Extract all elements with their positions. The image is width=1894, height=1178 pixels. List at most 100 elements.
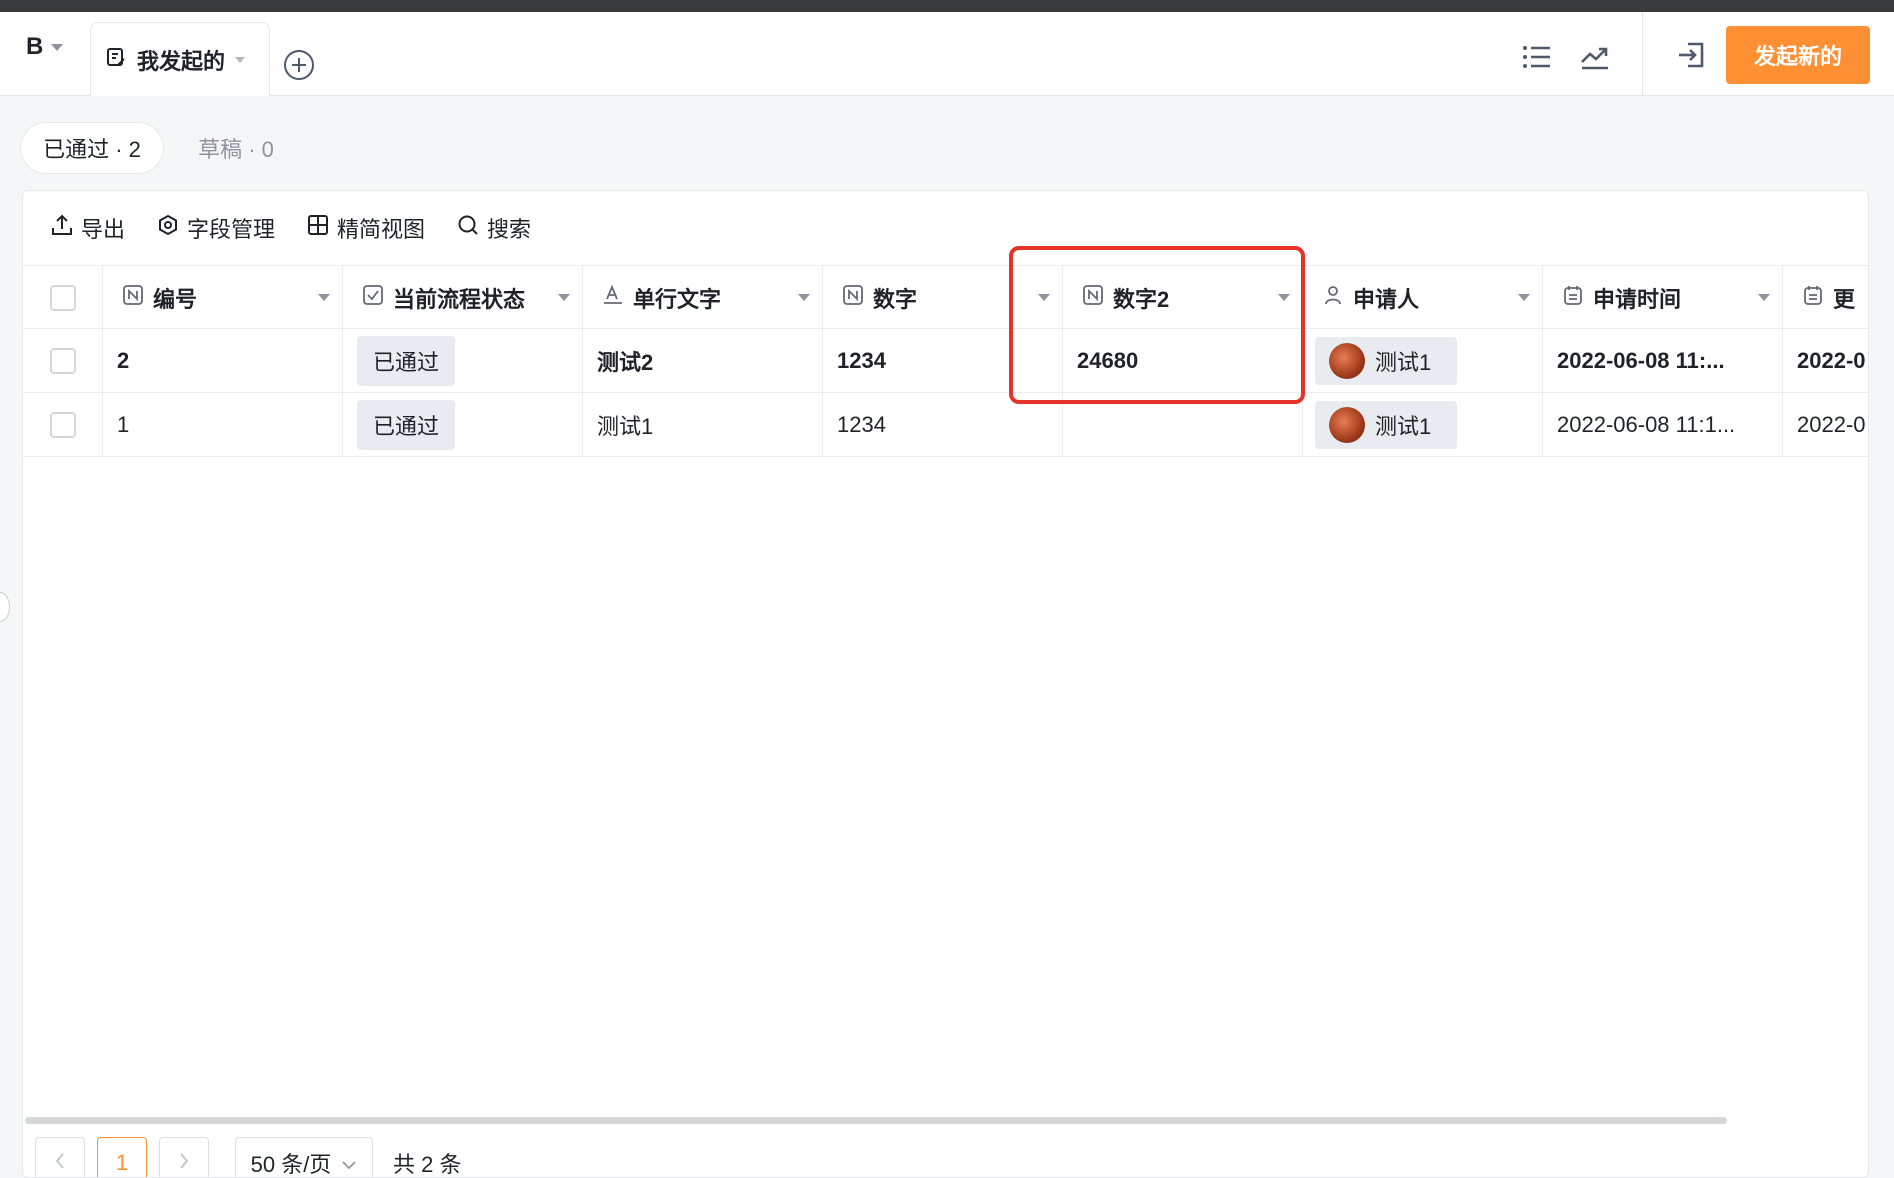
status-badge: 已通过: [357, 400, 456, 450]
cell-number2[interactable]: [1063, 393, 1303, 457]
compact-view-label: 精简视图: [337, 217, 426, 242]
chevron-down-icon: [235, 56, 246, 63]
avatar: [1329, 343, 1365, 379]
column-header-number2[interactable]: 数字2: [1063, 266, 1303, 330]
column-header-number[interactable]: 数字: [823, 266, 1063, 330]
table-toolbar: 导出 字段管理 精简视图 搜索: [23, 191, 1868, 265]
cell-id[interactable]: 1: [103, 393, 343, 457]
column-header-updated[interactable]: 更: [1783, 266, 1868, 330]
column-header-label: 更: [1833, 287, 1856, 312]
chevron-down-icon[interactable]: [558, 294, 570, 301]
trend-icon[interactable]: [1578, 40, 1612, 74]
chevron-down-icon[interactable]: [798, 294, 810, 301]
column-header-label: 数字: [873, 287, 918, 312]
filter-draft[interactable]: 草稿 · 0: [176, 122, 296, 174]
user-name: 测试1: [1375, 350, 1432, 375]
column-header-text[interactable]: 单行文字: [583, 266, 823, 330]
column-header-label: 申请时间: [1593, 287, 1682, 312]
row-select-cell: [23, 393, 103, 457]
column-header-id[interactable]: 编号: [103, 266, 343, 330]
chevron-down-icon: [341, 1150, 357, 1176]
page-number-button[interactable]: 1: [97, 1137, 147, 1177]
records-panel: 导出 字段管理 精简视图 搜索 编号 当前流程状态 单行文字 数字 数字2 申请…: [22, 190, 1869, 1178]
page-size-select[interactable]: 50 条/页: [235, 1137, 373, 1177]
table-row[interactable]: 1 已通过 测试1 1234 测试1 2022-06-08 11:1... 20…: [23, 393, 1868, 457]
prev-page-button[interactable]: [35, 1137, 85, 1177]
workspace-switcher[interactable]: B: [26, 32, 64, 62]
cell-number2[interactable]: 24680: [1063, 329, 1303, 393]
user-tag: 测试1: [1315, 337, 1458, 385]
chevron-down-icon[interactable]: [1278, 294, 1290, 301]
side-collapse-handle[interactable]: [0, 592, 10, 622]
cell-text[interactable]: 测试2: [583, 329, 823, 393]
column-header-applicant[interactable]: 申请人: [1303, 266, 1543, 330]
number-field-icon: [843, 285, 863, 311]
calendar-icon: [1563, 285, 1583, 311]
cell-number[interactable]: 1234: [823, 393, 1063, 457]
cell-number[interactable]: 1234: [823, 329, 1063, 393]
column-header-label: 数字2: [1113, 287, 1170, 312]
select-all-checkbox[interactable]: [49, 285, 76, 311]
search-icon: [457, 214, 479, 242]
cell-apply-time[interactable]: 2022-06-08 11:1...: [1543, 393, 1783, 457]
row-checkbox[interactable]: [49, 412, 76, 438]
search-label: 搜索: [487, 217, 532, 242]
cell-id[interactable]: 2: [103, 329, 343, 393]
page-size-label: 50 条/页: [250, 1152, 332, 1177]
row-select-cell: [23, 329, 103, 393]
workspace-label: B: [26, 33, 44, 60]
field-manage-button[interactable]: 字段管理: [157, 212, 275, 244]
column-header-label: 编号: [153, 287, 198, 312]
search-button[interactable]: 搜索: [457, 212, 531, 244]
column-header-label: 申请人: [1353, 287, 1420, 312]
calendar-icon: [1803, 285, 1823, 311]
column-header-label: 单行文字: [633, 287, 722, 312]
horizontal-scrollbar[interactable]: [25, 1117, 1727, 1124]
table-header-row: 编号 当前流程状态 单行文字 数字 数字2 申请人 申请时间 更: [23, 265, 1868, 330]
checkbox-field-icon: [363, 285, 383, 311]
column-header-status[interactable]: 当前流程状态: [343, 266, 583, 330]
upload-icon: [51, 214, 73, 242]
list-icon[interactable]: [1520, 40, 1554, 74]
user-tag: 测试1: [1315, 401, 1458, 449]
table-row[interactable]: 2 已通过 测试2 1234 24680 测试1 2022-06-08 11:.…: [23, 329, 1868, 393]
select-all-cell: [23, 266, 103, 330]
chevron-down-icon[interactable]: [318, 294, 330, 301]
add-view-icon[interactable]: [284, 50, 314, 80]
cell-text[interactable]: 测试1: [583, 393, 823, 457]
compact-view-button[interactable]: 精简视图: [307, 212, 425, 244]
column-header-label: 当前流程状态: [393, 287, 526, 312]
pagination: 1 50 条/页 共 2 条: [35, 1135, 461, 1177]
settings-icon: [157, 214, 179, 242]
chevron-down-icon[interactable]: [1518, 294, 1530, 301]
column-header-apply-time[interactable]: 申请时间: [1543, 266, 1783, 330]
chevron-down-icon[interactable]: [1038, 294, 1050, 301]
cell-applicant[interactable]: 测试1: [1303, 329, 1543, 393]
cell-status[interactable]: 已通过: [343, 393, 583, 457]
cell-status[interactable]: 已通过: [343, 329, 583, 393]
export-button[interactable]: 导出: [51, 212, 125, 244]
cell-updated[interactable]: 2022-0: [1783, 329, 1868, 393]
chevron-down-icon[interactable]: [1758, 294, 1770, 301]
exit-icon[interactable]: [1674, 38, 1708, 72]
export-label: 导出: [81, 217, 126, 242]
grid-icon: [307, 214, 329, 242]
form-edit-icon: [105, 46, 127, 74]
new-application-button[interactable]: 发起新的: [1726, 26, 1870, 84]
cell-updated[interactable]: 2022-0: [1783, 393, 1868, 457]
user-icon: [1323, 285, 1343, 311]
row-checkbox[interactable]: [49, 348, 76, 374]
number-field-icon: [123, 285, 143, 311]
tab-my-initiated[interactable]: 我发起的: [90, 22, 270, 96]
avatar: [1329, 407, 1365, 443]
next-page-button[interactable]: [159, 1137, 209, 1177]
tab-label: 我发起的: [137, 48, 226, 74]
chevron-right-icon: [178, 1150, 190, 1176]
cell-applicant[interactable]: 测试1: [1303, 393, 1543, 457]
user-name: 测试1: [1375, 414, 1432, 439]
status-badge: 已通过: [357, 336, 456, 386]
cell-apply-time[interactable]: 2022-06-08 11:...: [1543, 329, 1783, 393]
chevron-down-icon: [51, 43, 64, 51]
header-divider: [1642, 12, 1643, 96]
filter-approved[interactable]: 已通过 · 2: [20, 122, 164, 174]
